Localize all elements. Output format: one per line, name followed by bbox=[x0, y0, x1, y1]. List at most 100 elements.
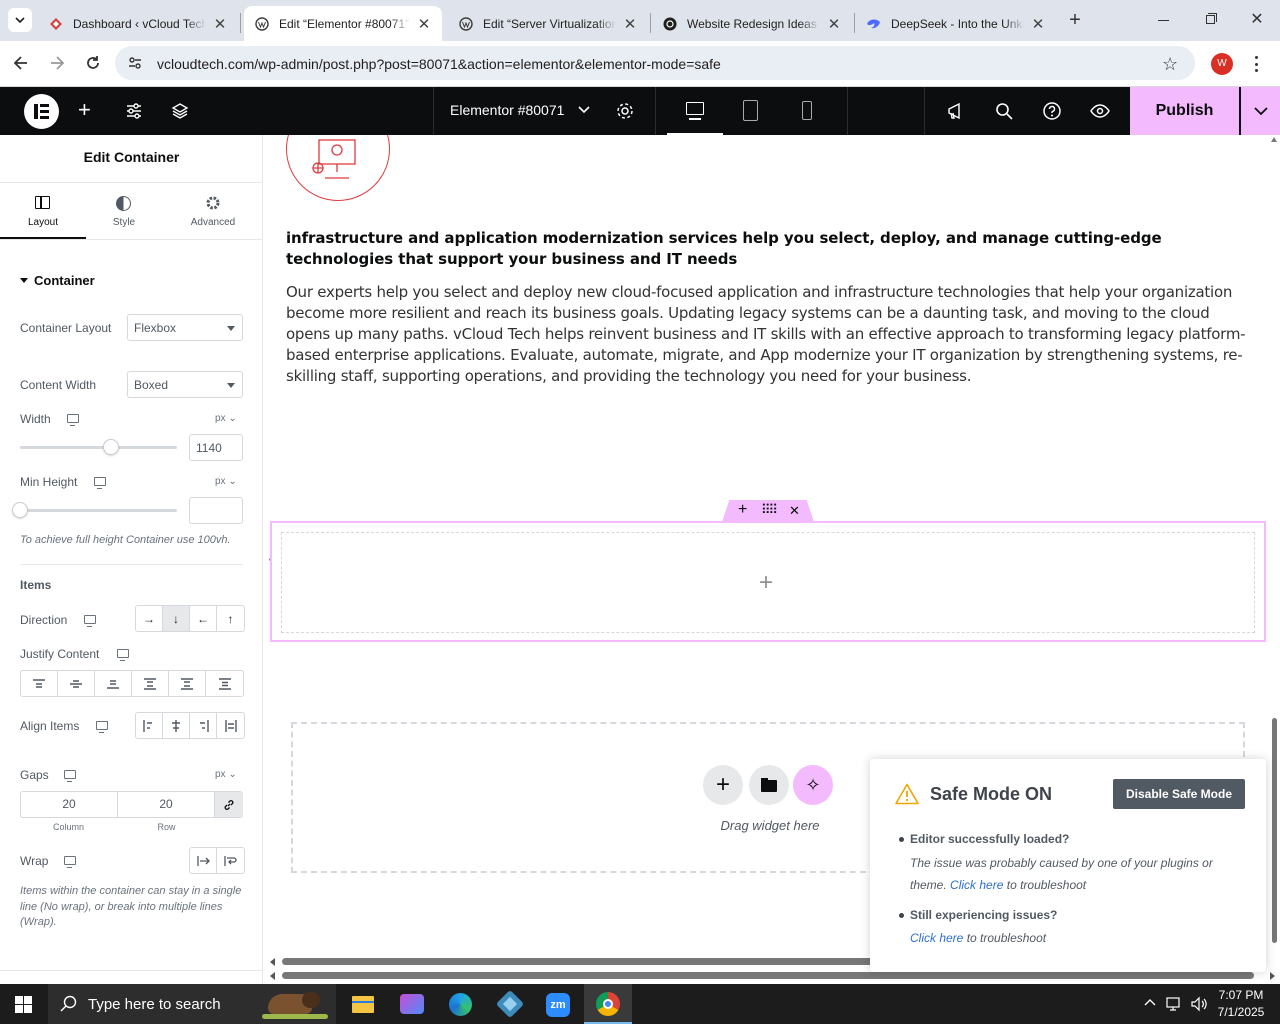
min-height-slider-track[interactable] bbox=[20, 509, 177, 512]
horizontal-scroll-thumb[interactable] bbox=[282, 958, 882, 965]
browser-tab[interactable]: Edit “Server Virtualization” ✕ bbox=[448, 6, 648, 41]
close-window-icon[interactable]: ✕ bbox=[1246, 9, 1268, 31]
site-settings-icon[interactable] bbox=[125, 102, 143, 120]
container-layout-select[interactable]: Flexbox bbox=[127, 314, 243, 341]
justify-center-icon[interactable] bbox=[58, 671, 95, 696]
page-settings-gear-icon[interactable] bbox=[615, 101, 635, 121]
file-explorer-icon[interactable] bbox=[352, 996, 374, 1013]
address-bar[interactable]: vcloudtech.com/wp-admin/post.php?post=80… bbox=[115, 46, 1195, 80]
minimize-icon[interactable] bbox=[1152, 13, 1176, 27]
no-wrap-icon[interactable] bbox=[190, 848, 217, 873]
taskbar-search-box[interactable]: Type here to search bbox=[48, 984, 336, 1024]
zoom-app-icon[interactable]: zm bbox=[546, 993, 570, 1017]
justify-space-around-icon[interactable] bbox=[169, 671, 206, 696]
search-icon[interactable] bbox=[994, 101, 1014, 121]
browser-menu-icon[interactable] bbox=[1250, 54, 1262, 74]
close-tab-icon[interactable]: ✕ bbox=[622, 16, 638, 33]
width-slider-track[interactable] bbox=[20, 446, 177, 449]
troubleshoot-link[interactable]: Click here bbox=[950, 878, 1003, 892]
direction-row-arrow-right-icon[interactable]: → bbox=[136, 606, 163, 631]
app-diamond-icon[interactable] bbox=[495, 989, 525, 1019]
elementor-logo-icon[interactable] bbox=[24, 94, 59, 129]
empty-drop-area[interactable]: + bbox=[281, 532, 1255, 633]
reload-icon[interactable] bbox=[83, 53, 103, 73]
min-height-unit-select[interactable]: px ⌄ bbox=[215, 476, 237, 487]
profile-avatar[interactable]: W bbox=[1211, 53, 1233, 75]
horizontal-scroll-thumb[interactable] bbox=[282, 972, 1254, 979]
drag-handle-icon[interactable]: ⠿⠿ bbox=[761, 502, 778, 518]
min-height-input[interactable] bbox=[189, 497, 243, 524]
edge-browser-icon[interactable] bbox=[449, 993, 472, 1016]
desktop-responsive-icon[interactable] bbox=[96, 721, 108, 733]
close-tab-icon[interactable]: ✕ bbox=[1030, 16, 1046, 33]
align-end-icon[interactable] bbox=[190, 713, 217, 738]
tab-advanced[interactable]: Advanced bbox=[172, 183, 254, 239]
document-title[interactable]: Elementor #80071 bbox=[450, 102, 564, 118]
volume-icon[interactable] bbox=[1190, 996, 1208, 1012]
desktop-responsive-icon[interactable] bbox=[67, 414, 79, 426]
desktop-view-icon[interactable] bbox=[667, 87, 723, 135]
selected-container[interactable]: + bbox=[270, 521, 1266, 642]
justify-space-evenly-icon[interactable] bbox=[206, 671, 243, 696]
min-height-slider-handle[interactable] bbox=[12, 502, 28, 518]
troubleshoot-link[interactable]: Click here bbox=[910, 931, 963, 945]
direction-column-arrow-down-icon[interactable]: ↓ bbox=[163, 606, 190, 631]
tablet-view-icon[interactable] bbox=[743, 100, 758, 121]
tab-layout[interactable]: Layout bbox=[0, 183, 86, 239]
section-heading[interactable]: infrastructure and application moderniza… bbox=[286, 228, 1251, 270]
browser-tab[interactable]: Website Redesign Ideas ✕ bbox=[652, 6, 852, 41]
scroll-up-icon[interactable] bbox=[1271, 137, 1277, 142]
gaps-unit-select[interactable]: px ⌄ bbox=[215, 769, 237, 780]
direction-row-reverse-arrow-left-icon[interactable]: ← bbox=[190, 606, 217, 631]
new-tab-icon[interactable]: + bbox=[1064, 9, 1086, 31]
notifications-megaphone-icon[interactable] bbox=[946, 101, 966, 121]
section-toggle[interactable]: Container bbox=[20, 273, 95, 288]
network-icon[interactable] bbox=[1166, 996, 1184, 1012]
wrap-icon[interactable] bbox=[217, 848, 244, 873]
width-slider-handle[interactable] bbox=[103, 439, 120, 455]
templates-folder-icon[interactable] bbox=[749, 765, 789, 805]
disable-safe-mode-button[interactable]: Disable Safe Mode bbox=[1113, 779, 1245, 809]
structure-layers-icon[interactable] bbox=[171, 102, 189, 120]
add-container-icon[interactable]: + bbox=[738, 501, 747, 519]
clock-date[interactable]: 7/1/2025 bbox=[1212, 1005, 1270, 1019]
align-center-icon[interactable] bbox=[163, 713, 190, 738]
scroll-left-icon[interactable] bbox=[270, 972, 275, 980]
vertical-scrollbar[interactable] bbox=[1268, 135, 1280, 955]
close-tab-icon[interactable]: ✕ bbox=[416, 16, 432, 33]
browser-tab[interactable]: DeepSeek - Into the Unknown ✕ bbox=[856, 6, 1056, 41]
restore-icon[interactable] bbox=[1198, 10, 1222, 30]
forward-icon[interactable] bbox=[47, 53, 67, 73]
justify-space-between-icon[interactable] bbox=[132, 671, 169, 696]
desktop-responsive-icon[interactable] bbox=[64, 856, 76, 868]
desktop-responsive-icon[interactable] bbox=[117, 649, 129, 661]
browser-tab-active[interactable]: Edit “Elementor #80071” ✕ bbox=[244, 6, 442, 41]
content-width-select[interactable]: Boxed bbox=[127, 371, 243, 398]
bookmark-star-icon[interactable]: ☆ bbox=[1162, 54, 1178, 75]
publish-options-chevron-icon[interactable] bbox=[1240, 87, 1280, 135]
browser-tab[interactable]: Dashboard ‹ vCloud Tech ✕ bbox=[38, 6, 238, 41]
justify-end-icon[interactable] bbox=[95, 671, 132, 696]
chrome-app-icon[interactable] bbox=[584, 984, 632, 1024]
preview-eye-icon[interactable] bbox=[1090, 101, 1110, 121]
clock-time[interactable]: 7:07 PM bbox=[1212, 988, 1270, 1002]
scroll-left-icon[interactable] bbox=[270, 958, 275, 966]
vertical-scroll-thumb[interactable] bbox=[1272, 718, 1277, 943]
tab-style[interactable]: Style bbox=[86, 183, 162, 239]
width-unit-select[interactable]: px ⌄ bbox=[215, 413, 237, 424]
gap-row-input[interactable]: 20 bbox=[118, 792, 215, 817]
ai-sparkle-icon[interactable]: ✧ bbox=[793, 765, 833, 805]
delete-container-icon[interactable]: ✕ bbox=[789, 503, 800, 519]
align-stretch-icon[interactable] bbox=[217, 713, 244, 738]
scroll-right-icon[interactable] bbox=[1270, 972, 1275, 980]
add-element-icon[interactable]: + bbox=[78, 97, 91, 123]
show-hidden-icons-chevron-icon[interactable] bbox=[1144, 998, 1156, 1006]
justify-start-icon[interactable] bbox=[21, 671, 58, 696]
link-values-icon[interactable] bbox=[215, 792, 243, 817]
tab-search-icon[interactable] bbox=[8, 8, 32, 32]
desktop-responsive-icon[interactable] bbox=[94, 477, 106, 489]
section-paragraph[interactable]: Our experts help you select and deploy n… bbox=[286, 282, 1251, 387]
close-tab-icon[interactable]: ✕ bbox=[212, 16, 228, 33]
align-start-icon[interactable] bbox=[136, 713, 163, 738]
direction-column-reverse-arrow-up-icon[interactable]: ↑ bbox=[217, 606, 244, 631]
